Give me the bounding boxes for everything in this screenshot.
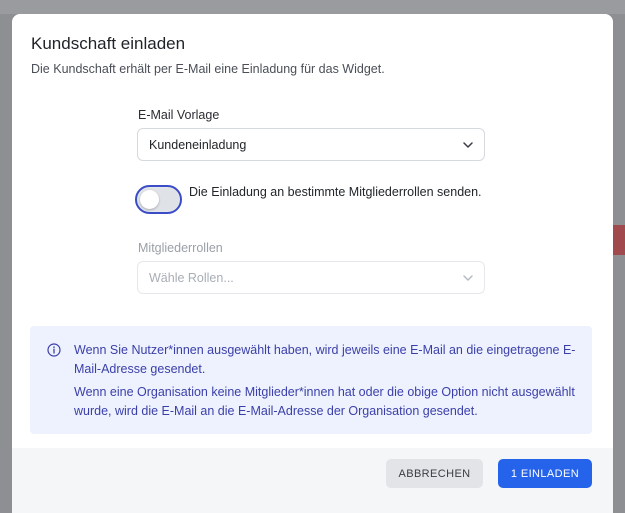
member-roles-placeholder: Wähle Rollen... <box>149 271 234 285</box>
member-roles-toggle-label: Die Einladung an bestimmte Mitgliederrol… <box>189 185 482 199</box>
dialog-title: Kundschaft einladen <box>31 34 186 53</box>
email-template-select[interactable]: Kundeneinladung <box>137 128 485 161</box>
chevron-down-icon <box>463 142 473 148</box>
info-text-users: Wenn Sie Nutzer*innen ausgewählt haben, … <box>74 343 576 376</box>
background-red-element <box>613 225 625 255</box>
invite-customer-dialog: Kundschaft einladen Die Kundschaft erhäl… <box>12 14 613 513</box>
chevron-down-icon <box>463 275 473 281</box>
member-roles-label: Mitgliederrollen <box>138 241 223 255</box>
info-notice: Wenn Sie Nutzer*innen ausgewählt haben, … <box>30 326 592 434</box>
backdrop-header-band <box>0 0 625 14</box>
info-circle-icon <box>47 343 61 357</box>
info-text-organisation: Wenn eine Organisation keine Mitglieder*… <box>74 385 575 418</box>
toggle-knob <box>140 190 159 209</box>
cancel-button[interactable]: ABBRECHEN <box>386 459 483 488</box>
dialog-subtitle: Die Kundschaft erhält per E-Mail eine Ei… <box>31 62 385 76</box>
member-roles-toggle[interactable] <box>135 185 182 214</box>
toggle-track <box>138 188 179 211</box>
member-roles-select[interactable]: Wähle Rollen... <box>137 261 485 294</box>
invite-button[interactable]: 1 EINLADEN <box>498 459 592 488</box>
email-template-label: E-Mail Vorlage <box>138 108 220 122</box>
dialog-footer: ABBRECHEN 1 EINLADEN <box>12 448 613 513</box>
email-template-value: Kundeneinladung <box>149 138 247 152</box>
